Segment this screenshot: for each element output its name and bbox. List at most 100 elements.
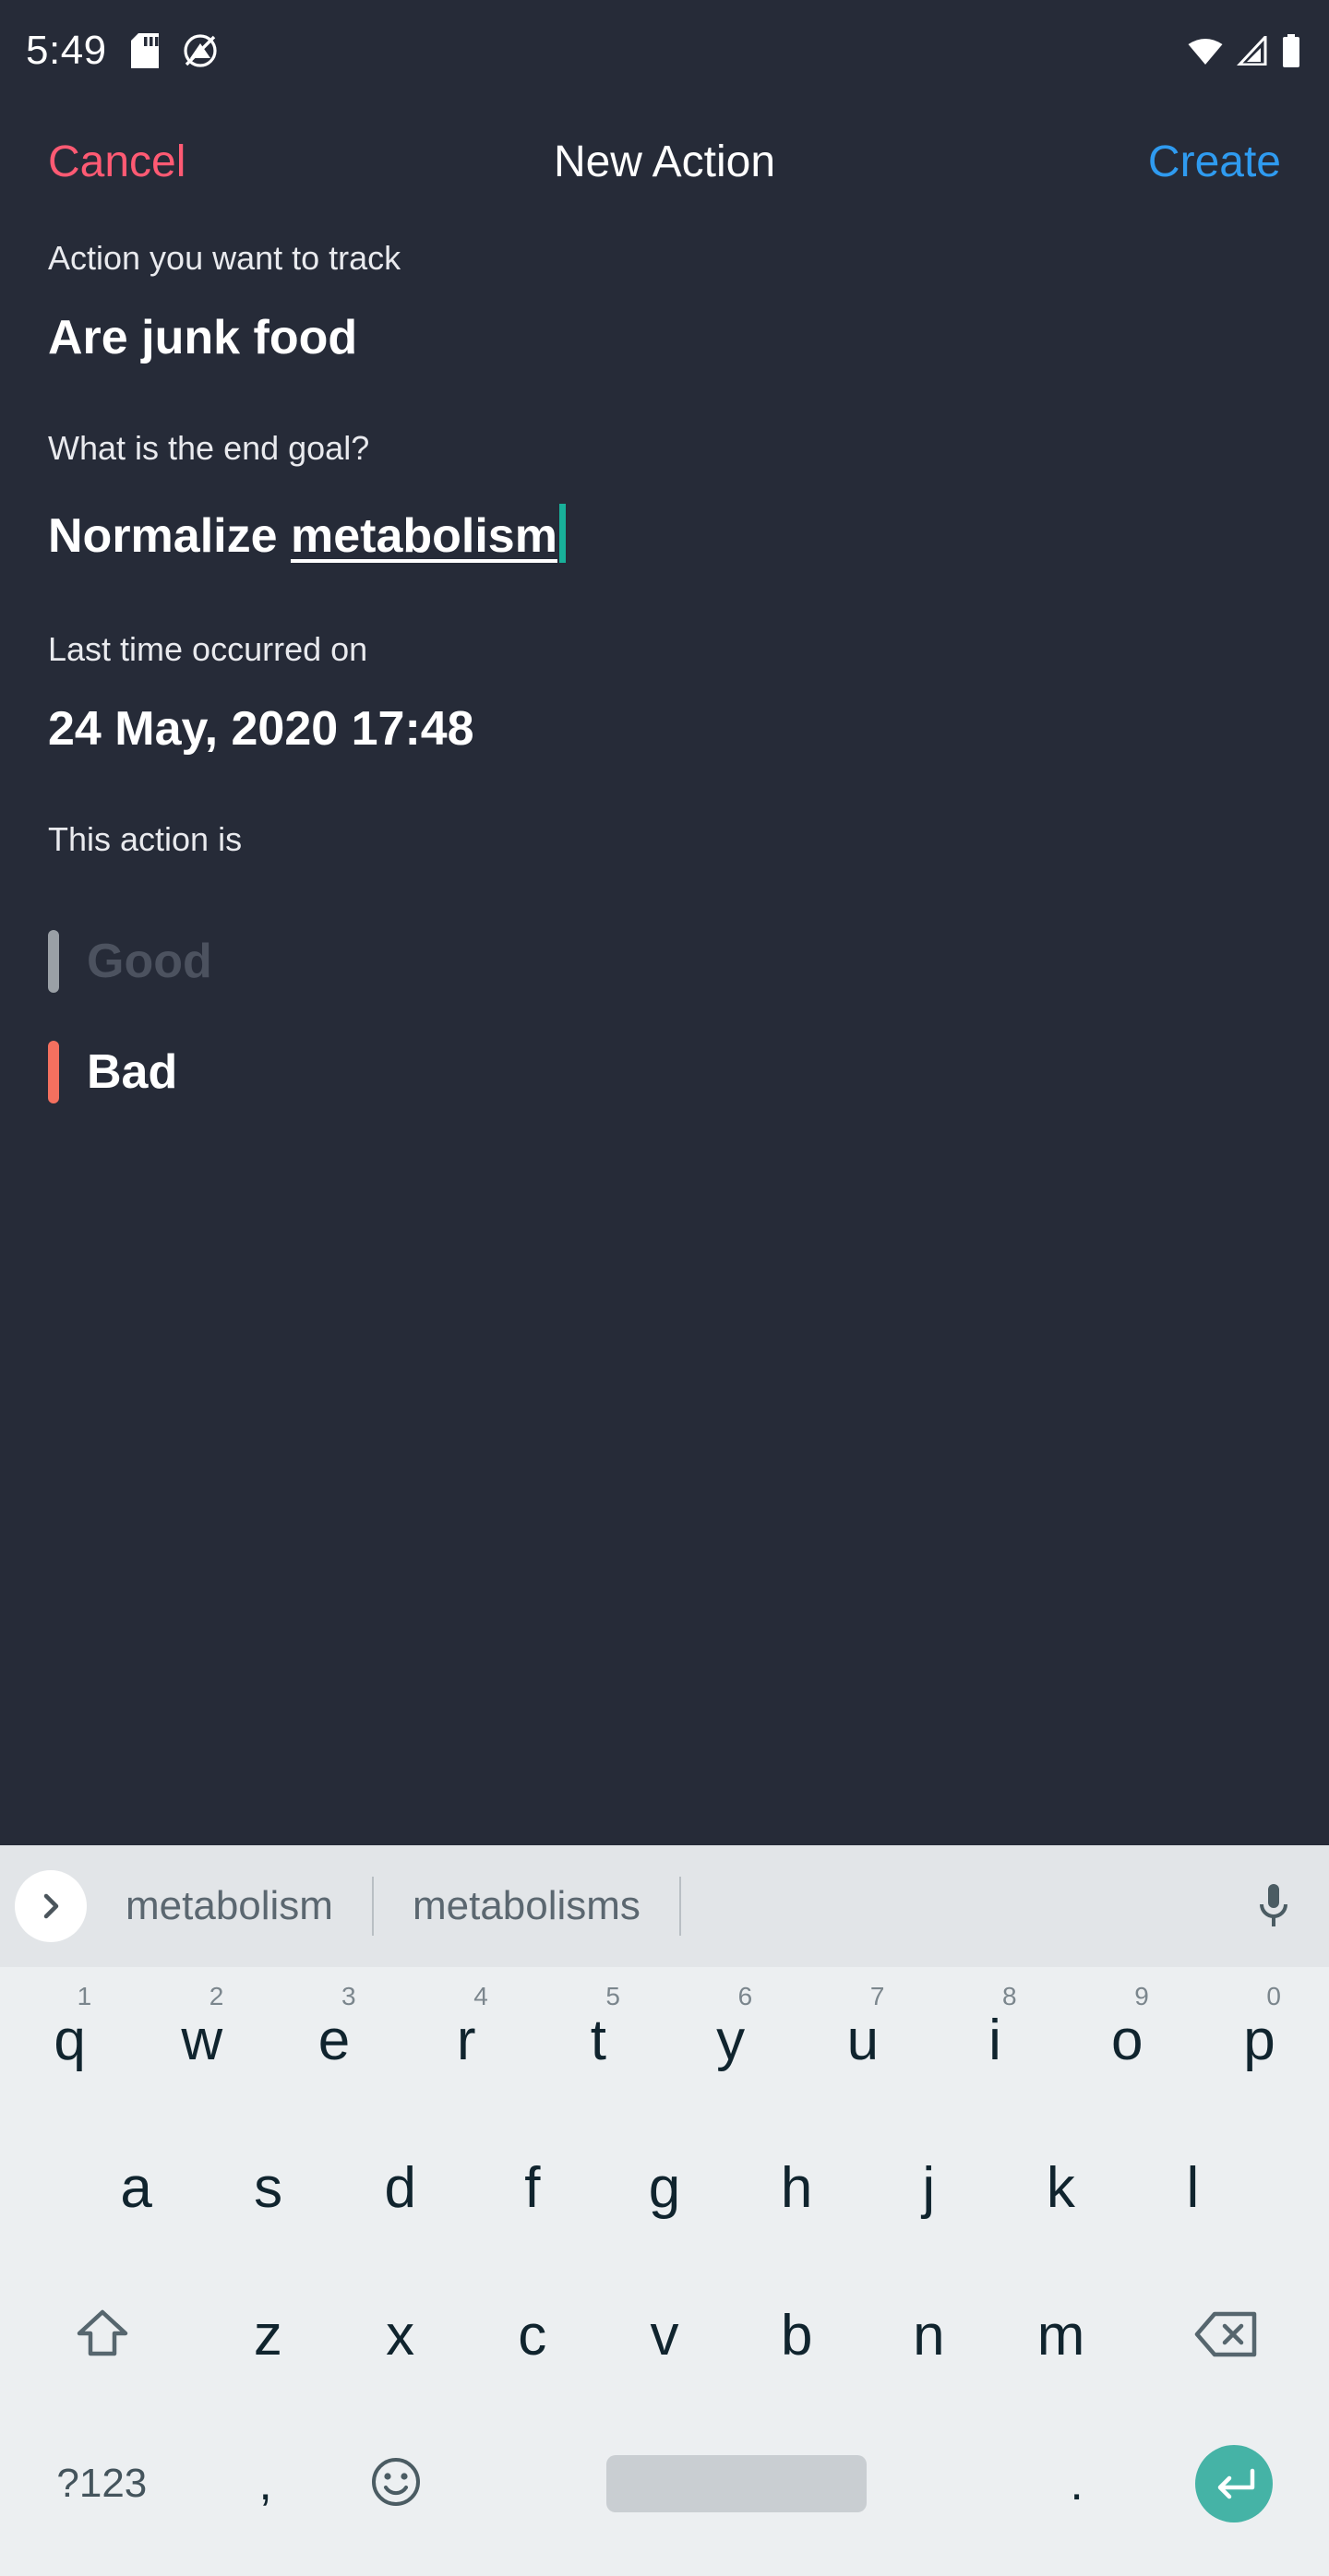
key-a[interactable]: a <box>70 2115 202 2262</box>
key-s[interactable]: s <box>202 2115 334 2262</box>
suggestion-item[interactable]: metabolisms <box>374 1883 679 1929</box>
new-action-form: Action you want to track Are junk food W… <box>0 242 1329 1127</box>
phone-screen: 5:49 Cancel New Action Create Action you… <box>0 0 1329 2576</box>
status-bar-left: 5:49 <box>26 28 218 74</box>
choice-bad[interactable]: Bad <box>48 1017 1281 1127</box>
key-v[interactable]: v <box>598 2262 730 2410</box>
key-label: b <box>780 2304 813 2367</box>
app-bar: Cancel New Action Create <box>0 120 1329 203</box>
key-i[interactable]: i 8 <box>928 1967 1060 2115</box>
key-o[interactable]: o 9 <box>1061 1967 1193 2115</box>
cancel-button[interactable]: Cancel <box>48 137 186 187</box>
key-u[interactable]: u 7 <box>796 1967 928 2115</box>
status-bar-right <box>1187 34 1301 67</box>
comma-key[interactable]: , <box>200 2410 331 2558</box>
key-label: f <box>524 2156 541 2220</box>
keyboard-row-1: q 1 w 2 e 3 r 4 t 5 y 6 u 7 i 8 o 9 p 0 <box>0 1967 1329 2115</box>
action-field[interactable]: Action you want to track Are junk food <box>48 239 1281 363</box>
battery-icon <box>1281 34 1301 67</box>
key-number-hint: 9 <box>1134 1982 1149 2010</box>
key-c[interactable]: c <box>466 2262 598 2410</box>
key-label: , <box>258 2457 272 2510</box>
key-r[interactable]: r 4 <box>401 1967 533 2115</box>
chevron-right-icon[interactable] <box>15 1870 87 1942</box>
key-label: s <box>254 2156 283 2220</box>
key-label: g <box>648 2156 681 2220</box>
key-label: p <box>1243 2009 1275 2072</box>
symbols-key[interactable]: ?123 <box>4 2410 200 2558</box>
key-number-hint: 0 <box>1266 1982 1281 2010</box>
key-z[interactable]: z <box>202 2262 334 2410</box>
key-label: t <box>590 2009 607 2072</box>
last-time-field-label: Last time occurred on <box>48 630 368 668</box>
status-bar: 5:49 <box>0 0 1329 101</box>
key-label: d <box>384 2156 417 2220</box>
key-f[interactable]: f <box>466 2115 598 2262</box>
key-b[interactable]: b <box>731 2262 863 2410</box>
key-number-hint: 1 <box>77 1982 92 2010</box>
action-field-label: Action you want to track <box>48 239 401 277</box>
suggestion-item[interactable]: metabolism <box>87 1883 372 1929</box>
key-l[interactable]: l <box>1127 2115 1259 2262</box>
microphone-icon[interactable] <box>1218 1880 1329 1932</box>
on-screen-keyboard: metabolism metabolisms q 1 w 2 e 3 r 4 t… <box>0 1845 1329 2576</box>
suggestion-list: metabolism metabolisms <box>87 1845 1218 1967</box>
create-button[interactable]: Create <box>1148 137 1281 187</box>
key-d[interactable]: d <box>334 2115 466 2262</box>
backspace-delete-icon <box>1194 2310 1259 2363</box>
key-number-hint: 6 <box>737 1982 753 2010</box>
period-key[interactable]: . <box>1012 2410 1143 2558</box>
key-q[interactable]: q 1 <box>4 1967 136 2115</box>
last-time-field[interactable]: Last time occurred on 24 May, 2020 17:48 <box>48 630 1281 754</box>
space-key[interactable] <box>461 2410 1011 2558</box>
backspace-key[interactable] <box>1127 2262 1325 2410</box>
shift-key[interactable] <box>4 2262 202 2410</box>
key-label: j <box>922 2156 936 2220</box>
key-k[interactable]: k <box>995 2115 1127 2262</box>
shift-up-arrow-icon <box>75 2308 130 2366</box>
choice-good[interactable]: Good <box>48 906 1281 1017</box>
action-type-field: This action is Good Bad <box>48 823 1281 1127</box>
key-label: r <box>456 2009 476 2072</box>
key-g[interactable]: g <box>598 2115 730 2262</box>
emoji-key[interactable] <box>330 2410 461 2558</box>
key-label: u <box>846 2009 880 2072</box>
cell-signal-icon <box>1237 36 1268 66</box>
key-n[interactable]: n <box>863 2262 995 2410</box>
suggestion-bar: metabolism metabolisms <box>0 1845 1329 1967</box>
key-label: m <box>1036 2304 1085 2367</box>
wifi-icon <box>1187 36 1224 66</box>
goal-field-value[interactable]: Normalize metabolism <box>48 504 566 563</box>
key-number-hint: 7 <box>869 1982 885 2010</box>
do-not-disturb-icon <box>183 33 218 68</box>
enter-key[interactable] <box>1143 2410 1326 2558</box>
key-label: l <box>1186 2156 1200 2220</box>
keyboard-row-4: ?123 , . <box>0 2410 1329 2558</box>
sd-card-icon <box>130 33 159 68</box>
status-bar-clock: 5:49 <box>26 28 107 73</box>
key-w[interactable]: w 2 <box>136 1967 268 2115</box>
text-caret <box>558 504 566 563</box>
key-e[interactable]: e 3 <box>268 1967 400 2115</box>
action-field-value[interactable]: Are junk food <box>48 314 357 362</box>
goal-value-prefix: Normalize <box>48 509 291 563</box>
key-m[interactable]: m <box>995 2262 1127 2410</box>
key-label: c <box>518 2304 547 2367</box>
keyboard-row-3: z x c v b n m <box>0 2262 1329 2410</box>
key-h[interactable]: h <box>731 2115 863 2262</box>
goal-field[interactable]: What is the end goal? Normalize metaboli… <box>48 432 1281 563</box>
choice-good-bar <box>48 930 59 993</box>
key-t[interactable]: t 5 <box>533 1967 664 2115</box>
key-label: v <box>650 2304 679 2367</box>
last-time-field-value[interactable]: 24 May, 2020 17:48 <box>48 705 474 753</box>
key-label: o <box>1110 2009 1143 2072</box>
key-label: y <box>716 2009 746 2072</box>
key-p[interactable]: p 0 <box>1193 1967 1325 2115</box>
key-y[interactable]: y 6 <box>664 1967 796 2115</box>
key-label: ?123 <box>56 2461 148 2506</box>
key-j[interactable]: j <box>863 2115 995 2262</box>
key-rows: q 1 w 2 e 3 r 4 t 5 y 6 u 7 i 8 o 9 p 0 … <box>0 1967 1329 2558</box>
key-label: w <box>181 2009 223 2072</box>
keyboard-row-2: a s d f g h j k l <box>0 2115 1329 2262</box>
key-x[interactable]: x <box>334 2262 466 2410</box>
